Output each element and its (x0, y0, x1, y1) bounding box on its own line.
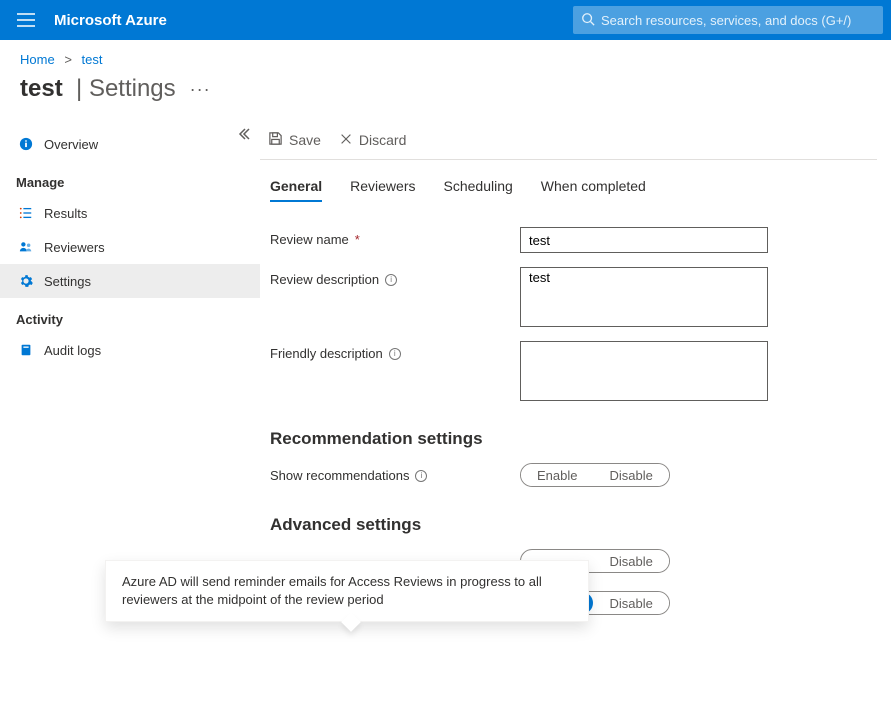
reminders-tooltip: Azure AD will send reminder emails for A… (105, 560, 589, 622)
friendly-description-input[interactable] (520, 341, 768, 401)
tabs: General Reviewers Scheduling When comple… (260, 160, 877, 209)
sidebar-section-manage: Manage (0, 161, 260, 196)
save-button[interactable]: Save (268, 131, 321, 149)
list-icon (18, 205, 34, 221)
sidebar-section-activity: Activity (0, 298, 260, 333)
toggle-disable[interactable]: Disable (593, 464, 668, 486)
brand-label: Microsoft Azure (54, 12, 167, 29)
advanced-settings-heading: Advanced settings (270, 515, 877, 535)
gear-icon (18, 273, 34, 289)
content-toolbar: Save Discard (260, 123, 877, 160)
global-search[interactable] (573, 6, 883, 34)
info-icon (18, 136, 34, 152)
sidebar-item-audit-logs[interactable]: Audit logs (0, 333, 260, 367)
discard-label: Discard (359, 132, 406, 148)
sidebar-item-overview[interactable]: Overview (0, 127, 260, 161)
tab-reviewers[interactable]: Reviewers (350, 178, 415, 202)
review-name-label: Review name* (270, 227, 520, 247)
page-title-name: test (20, 75, 63, 102)
tab-scheduling[interactable]: Scheduling (444, 178, 513, 202)
breadcrumb-home[interactable]: Home (20, 52, 55, 67)
save-icon (268, 131, 283, 149)
close-icon (339, 132, 353, 149)
collapse-sidebar-button[interactable] (236, 127, 250, 144)
top-navbar: Microsoft Azure (0, 0, 891, 40)
toggle-enable[interactable]: Enable (521, 464, 593, 486)
review-description-input[interactable]: test (520, 267, 768, 327)
save-label: Save (289, 132, 321, 148)
review-description-label: Review description i (270, 267, 520, 287)
tab-general[interactable]: General (270, 178, 322, 202)
search-icon (581, 12, 595, 29)
breadcrumb-sep: > (64, 52, 72, 67)
info-icon[interactable]: i (415, 470, 427, 482)
sidebar-item-results[interactable]: Results (0, 196, 260, 230)
sidebar-item-reviewers[interactable]: Reviewers (0, 230, 260, 264)
main-content: Save Discard General Reviewers Schedulin… (260, 123, 891, 707)
sidebar-label-results: Results (44, 206, 87, 221)
breadcrumb: Home > test (0, 40, 891, 73)
sidebar-label-audit-logs: Audit logs (44, 343, 101, 358)
toggle-disable[interactable]: Disable (593, 592, 668, 614)
recommendation-settings-heading: Recommendation settings (270, 429, 877, 449)
sidebar-label-overview: Overview (44, 137, 98, 152)
breadcrumb-current[interactable]: test (82, 52, 103, 67)
book-icon (18, 342, 34, 358)
tab-when-completed[interactable]: When completed (541, 178, 646, 202)
more-actions-button[interactable]: ··· (186, 79, 215, 100)
people-icon (18, 239, 34, 255)
review-name-input[interactable] (520, 227, 768, 253)
sidebar-label-settings: Settings (44, 274, 91, 289)
info-icon[interactable]: i (389, 348, 401, 360)
toggle-disable[interactable]: Disable (593, 550, 668, 572)
show-recommendations-toggle[interactable]: Enable Disable (520, 463, 670, 487)
friendly-description-label: Friendly description i (270, 341, 520, 361)
hamburger-menu-button[interactable] (8, 0, 44, 40)
show-recommendations-label: Show recommendations i (270, 463, 520, 483)
info-icon[interactable]: i (385, 274, 397, 286)
page-title-row: test | Settings ··· (0, 73, 891, 123)
sidebar-label-reviewers: Reviewers (44, 240, 105, 255)
page-title-section: Settings (89, 75, 176, 102)
global-search-input[interactable] (601, 13, 875, 28)
discard-button[interactable]: Discard (339, 132, 406, 149)
tooltip-text: Azure AD will send reminder emails for A… (122, 574, 542, 607)
sidebar-item-settings[interactable]: Settings (0, 264, 260, 298)
